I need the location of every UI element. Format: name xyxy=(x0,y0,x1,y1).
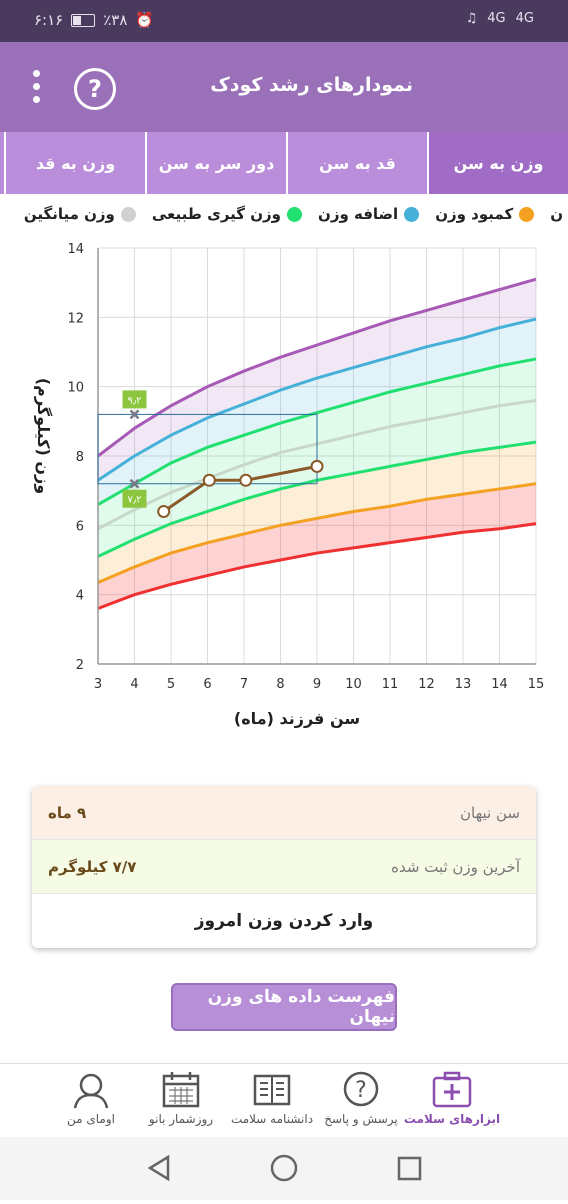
legend-label: کمبود وزن xyxy=(435,205,514,223)
recents-icon xyxy=(397,1156,422,1181)
nav-label: ابزارهای سلامت xyxy=(403,1112,501,1126)
legend-label: وزن میانگین xyxy=(23,205,115,223)
signal-icon-1: 4G xyxy=(487,11,506,26)
child-weight-point xyxy=(202,473,216,487)
legend-dot xyxy=(404,206,420,222)
legend-item[interactable]: وزن گیری طبیعی xyxy=(151,205,303,223)
y-tick-label: 6 xyxy=(76,519,84,534)
child-weight-point xyxy=(157,504,171,518)
enter-weight-button[interactable]: وارد کردن وزن امروز xyxy=(32,894,536,947)
info-card: سن نیهان ۹ ماه آخرین وزن ثبت شده ۷/۷ کیل… xyxy=(32,786,536,948)
chart-tabs: وزن به سن قد به سن دور سر به سن وزن به ق… xyxy=(0,132,568,194)
first-aid-kit-icon xyxy=(431,1070,473,1110)
nav-calendar[interactable]: روزشمار بانو xyxy=(131,1064,231,1138)
nav-label: اومای من xyxy=(67,1112,115,1126)
x-tick-label: 15 xyxy=(528,677,545,692)
nav-encyclopedia[interactable]: دانشنامه سلامت xyxy=(222,1064,322,1138)
x-tick-label: 10 xyxy=(345,677,362,692)
tab-head-age[interactable]: دور سر به سن xyxy=(145,132,286,194)
y-axis-label: وزن (کیلوگرم) xyxy=(34,378,53,494)
book-icon xyxy=(251,1070,293,1110)
x-tick-label: 7 xyxy=(240,677,248,692)
legend-dot xyxy=(120,206,136,222)
battery-icon xyxy=(71,13,96,27)
range-marker-label: ۷٫۲ xyxy=(128,495,142,506)
x-axis-label: سن فرزند (ماه) xyxy=(234,709,360,728)
legend-label: ن xyxy=(550,205,563,223)
legend-dot xyxy=(287,206,303,222)
x-tick-label: 13 xyxy=(455,677,472,692)
status-time: ۶:۱۶ xyxy=(34,11,64,29)
nav-label: دانشنامه سلامت xyxy=(230,1112,314,1126)
y-tick-label: 4 xyxy=(76,589,84,604)
music-icon: ♫ xyxy=(465,11,478,26)
y-tick-label: 14 xyxy=(67,242,84,257)
profile-icon xyxy=(70,1070,112,1110)
svg-text:?: ? xyxy=(355,1078,367,1103)
y-tick-label: 2 xyxy=(76,658,84,673)
x-tick-label: 6 xyxy=(203,677,211,692)
growth-chart: 3 4 5 6 7 8 9 10 11 12 13 14 15 2 4 6 8 10 12 14 سن فرزند (م… xyxy=(34,242,545,728)
battery-level: ٪۳۸ xyxy=(103,11,128,29)
x-tick-label: 5 xyxy=(167,677,175,692)
range-marker-label: ۹٫۲ xyxy=(128,395,142,406)
tab-weight-age[interactable]: وزن به سن xyxy=(427,132,568,194)
x-tick-label: 9 xyxy=(313,677,321,692)
nav-qa[interactable]: ? پرسش و پاسخ xyxy=(311,1064,411,1138)
legend-label: وزن گیری طبیعی xyxy=(151,205,282,223)
status-bar: ۶:۱۶ ٪۳۸ ⏰ ♫ 4G 4G xyxy=(0,0,568,42)
more-menu-icon[interactable] xyxy=(33,70,41,110)
child-weight-point xyxy=(239,473,253,487)
nav-label: روزشمار بانو xyxy=(148,1112,214,1126)
nav-health-tools[interactable]: ابزارهای سلامت xyxy=(402,1064,502,1138)
signal-icon-2: 4G xyxy=(515,11,534,26)
age-label: سن نیهان xyxy=(460,803,520,822)
system-nav-bar xyxy=(0,1137,568,1200)
legend-label: اضافه وزن xyxy=(318,205,399,223)
weight-value: ۷/۷ کیلوگرم xyxy=(48,857,137,876)
home-icon xyxy=(270,1154,298,1182)
legend-item[interactable]: کمبود وزن xyxy=(435,205,535,223)
tab-weight-height[interactable]: وزن به قد xyxy=(4,132,145,194)
bottom-nav: ابزارهای سلامت ? پرسش و پاسخ دانشنامه سل… xyxy=(0,1063,568,1138)
alarm-icon: ⏰ xyxy=(135,11,155,29)
x-tick-label: 14 xyxy=(491,677,508,692)
legend-item[interactable]: اضافه وزن xyxy=(318,205,420,223)
x-tick-label: 12 xyxy=(418,677,435,692)
legend-item[interactable]: وزن میانگین xyxy=(24,205,136,223)
y-tick-label: 10 xyxy=(67,381,84,396)
child-weight-point xyxy=(310,459,324,473)
weight-list-button[interactable]: فهرست داده های وزن نیهان xyxy=(171,983,397,1031)
age-row: سن نیهان ۹ ماه xyxy=(32,786,536,840)
x-tick-label: 8 xyxy=(276,677,284,692)
y-tick-label: 12 xyxy=(67,311,84,326)
legend-dot xyxy=(519,206,535,222)
app-header: ? نمودارهای رشد کودک xyxy=(0,42,568,132)
chart-legend: ن کمبود وزن اضافه وزن وزن گیری طبیعی وزن… xyxy=(0,205,568,239)
nav-label: پرسش و پاسخ xyxy=(324,1112,398,1126)
tab-height-age[interactable]: قد به سن xyxy=(286,132,427,194)
legend-item[interactable]: ن xyxy=(550,205,568,223)
calendar-icon xyxy=(160,1070,202,1110)
x-tick-label: 3 xyxy=(94,677,102,692)
x-tick-label: 4 xyxy=(130,677,138,692)
back-icon xyxy=(147,1154,170,1182)
weight-label: آخرین وزن ثبت شده xyxy=(391,857,520,876)
x-tick-label: 11 xyxy=(382,677,399,692)
nav-profile[interactable]: اومای من xyxy=(41,1064,141,1138)
question-bubble-icon: ? xyxy=(340,1070,382,1110)
weight-row: آخرین وزن ثبت شده ۷/۷ کیلوگرم xyxy=(32,840,536,894)
age-value: ۹ ماه xyxy=(48,803,87,822)
page-title: نمودارهای رشد کودک xyxy=(210,74,413,96)
help-icon[interactable]: ? xyxy=(74,68,116,110)
y-tick-label: 8 xyxy=(76,450,84,465)
